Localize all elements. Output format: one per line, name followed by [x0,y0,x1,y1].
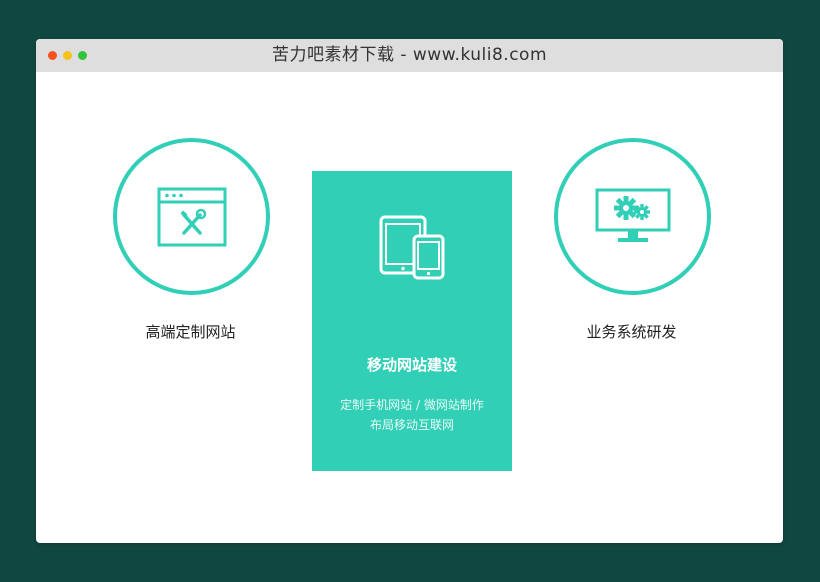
services-section: 高端定制网站 移动网站建设 定制手机网站 / 微网站制作 布局移动互联网 业务系… [36,72,783,543]
service-description-line: 定制手机网站 / 微网站制作 [340,398,484,412]
service-label: 业务系统研发 [586,323,677,341]
service-label: 高端定制网站 [145,323,236,341]
title-bar: 苦力吧素材下载 - www.kuli8.com [36,39,783,72]
service-description: 定制手机网站 / 微网站制作 布局移动互联网 [312,395,512,435]
service-card-mobile-website[interactable]: 移动网站建设 定制手机网站 / 微网站制作 布局移动互联网 [312,171,512,471]
service-label: 移动网站建设 [366,356,457,374]
service-card-business-system[interactable]: 业务系统研发 [554,138,711,342]
monitor-gears-icon [595,188,670,242]
service-description-line: 布局移动互联网 [369,418,454,432]
icon-ring [113,138,270,295]
icon-ring [554,138,711,295]
window-title: 苦力吧素材下载 - www.kuli8.com [271,45,548,65]
featured-icon-wrap [312,214,512,284]
browser-window: 苦力吧素材下载 - www.kuli8.com 高端定制网站 移动网站建设 定制… [36,39,783,543]
service-card-custom-website[interactable]: 高端定制网站 [113,138,270,342]
browser-tools-icon [157,187,226,246]
tablet-phone-icon [379,215,445,280]
